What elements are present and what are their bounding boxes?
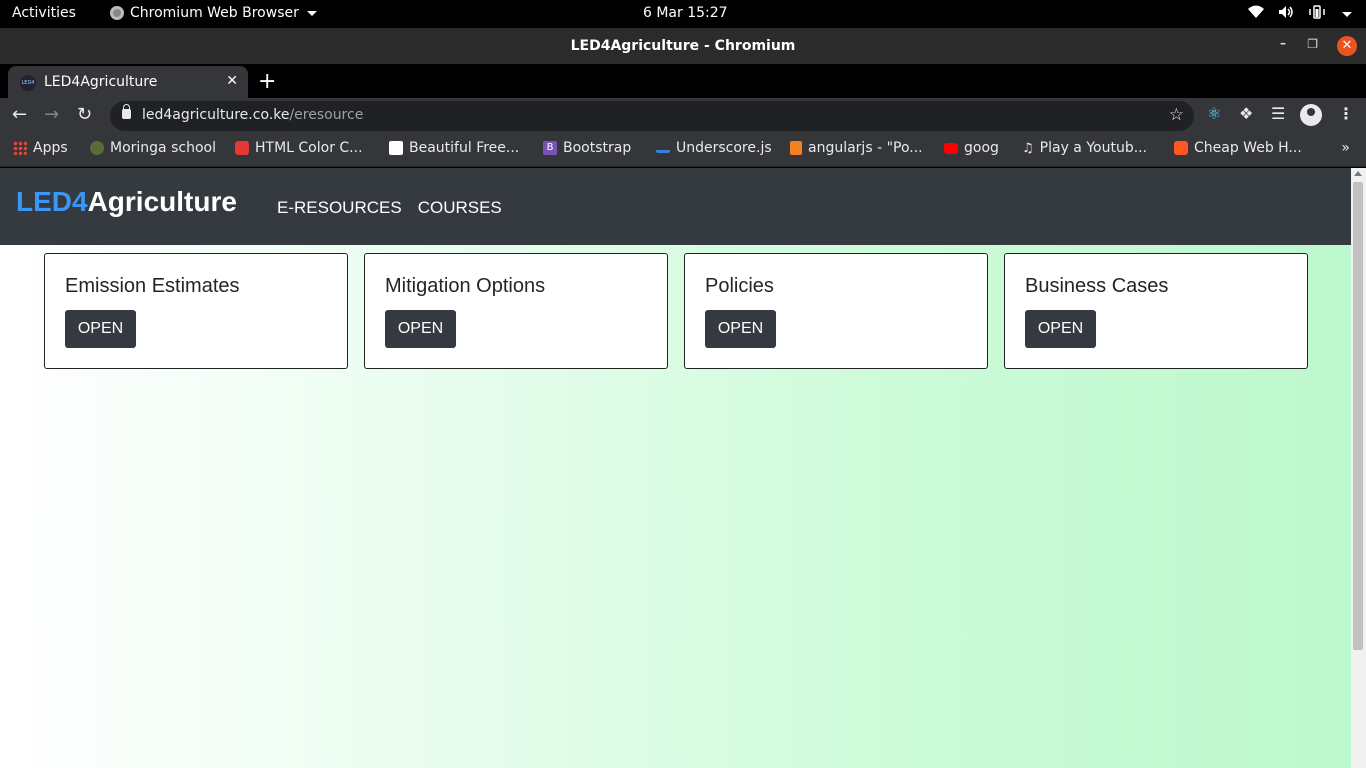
close-tab-icon[interactable]: ✕ (226, 73, 238, 89)
window-title: LED4Agriculture - Chromium (570, 38, 796, 54)
site-favicon-icon: LED4 (20, 75, 36, 91)
back-arrow-icon[interactable]: ← (12, 104, 27, 125)
card-title: Business Cases (1025, 275, 1169, 297)
bookmark-goog[interactable]: goog (944, 140, 999, 156)
url-path: /eresource (289, 107, 364, 123)
bookmark-bootstrap[interactable]: B Bootstrap (543, 140, 631, 156)
stackoverflow-icon (790, 141, 802, 155)
bookmark-label: goog (964, 140, 999, 156)
bookmark-label: Underscore.js (676, 140, 772, 156)
page-scrollbar[interactable] (1351, 168, 1366, 768)
lock-icon[interactable] (122, 104, 131, 119)
bookmark-stackoverflow[interactable]: angularjs - "Po... (790, 140, 923, 156)
bookmark-underscore[interactable]: Underscore.js (656, 140, 772, 156)
forward-arrow-icon[interactable]: → (44, 104, 59, 125)
maximize-icon[interactable]: ❐ (1307, 37, 1318, 51)
site-nav-links: E-RESOURCES COURSES (277, 198, 502, 218)
site-brand-logo[interactable]: LED4Agriculture (16, 186, 237, 218)
unsplash-icon (389, 141, 403, 155)
tab-led4agriculture[interactable]: LED4 LED4Agriculture ✕ (8, 66, 248, 98)
brand-part-agriculture: Agriculture (87, 186, 237, 217)
volume-icon (1278, 5, 1294, 23)
resource-card-mitigation-options: Mitigation Options OPEN (364, 253, 668, 369)
bookmarks-bar: Apps Moringa school HTML Color C... Beau… (0, 134, 1366, 167)
open-button[interactable]: OPEN (385, 310, 456, 348)
address-bar[interactable]: led4agriculture.co.ke/eresource ☆ (110, 101, 1194, 131)
chevron-down-icon (1342, 11, 1352, 17)
bookmark-cheap-web-hosting[interactable]: Cheap Web H... (1174, 140, 1302, 156)
battery-icon (1308, 5, 1326, 23)
profile-avatar-icon[interactable] (1300, 104, 1322, 126)
site-navbar: LED4Agriculture E-RESOURCES COURSES (0, 168, 1351, 245)
resource-card-emission-estimates: Emission Estimates OPEN (44, 253, 348, 369)
react-devtools-icon[interactable]: ⚛ (1207, 104, 1221, 123)
bookmark-apps[interactable]: Apps (13, 140, 68, 156)
bookmark-label: Bootstrap (563, 140, 632, 156)
resource-card-policies: Policies OPEN (684, 253, 988, 369)
bookmark-label: Apps (33, 140, 68, 156)
brand-part-led4: LED4 (16, 186, 88, 217)
nav-link-courses[interactable]: COURSES (418, 198, 502, 218)
more-bookmarks-chevron-icon[interactable]: » (1341, 140, 1350, 156)
web-page: LED4Agriculture E-RESOURCES COURSES Emis… (0, 168, 1366, 768)
underscore-icon (656, 143, 670, 153)
tab-title: LED4Agriculture (44, 74, 158, 90)
card-title: Emission Estimates (65, 275, 240, 297)
url-host: led4agriculture.co.ke (142, 107, 290, 123)
system-top-bar: Activities Chromium Web Browser 6 Mar 15… (0, 0, 1366, 28)
nav-link-e-resources[interactable]: E-RESOURCES (277, 198, 402, 218)
activities-button[interactable]: Activities (12, 5, 76, 21)
wifi-icon (1248, 5, 1264, 23)
browser-toolbar: ← → ↻ led4agriculture.co.ke/eresource ☆ … (0, 98, 1366, 134)
menu-kebab-icon[interactable]: ⋮ (1338, 104, 1354, 123)
reload-icon[interactable]: ↻ (77, 104, 92, 125)
chromium-icon (110, 6, 124, 20)
apps-grid-icon (13, 141, 27, 155)
clock[interactable]: 6 Mar 15:27 (643, 5, 728, 21)
resource-card-business-cases: Business Cases OPEN (1004, 253, 1308, 369)
minimize-icon[interactable]: – (1280, 36, 1286, 50)
youtube-icon (944, 142, 958, 154)
bookmark-label: Cheap Web H... (1194, 140, 1302, 156)
chevron-down-icon (306, 10, 317, 16)
scrollbar-thumb[interactable] (1353, 182, 1363, 650)
bookmark-unsplash[interactable]: Beautiful Free... (389, 140, 519, 156)
app-menu[interactable]: Chromium Web Browser (110, 5, 317, 21)
close-window-icon[interactable]: ✕ (1337, 36, 1357, 56)
bookmark-moringa-school[interactable]: Moringa school (90, 140, 216, 156)
card-title: Policies (705, 275, 774, 297)
bookmark-label: Beautiful Free... (409, 140, 520, 156)
bookmark-label: Play a Youtub... (1039, 140, 1148, 156)
color-picker-icon (235, 141, 249, 155)
open-button[interactable]: OPEN (65, 310, 136, 348)
extensions-puzzle-icon[interactable]: ❖ (1239, 104, 1253, 123)
open-button[interactable]: OPEN (705, 310, 776, 348)
open-button[interactable]: OPEN (1025, 310, 1096, 348)
music-note-icon: ♫ (1022, 140, 1034, 156)
scroll-up-arrow-icon[interactable] (1354, 171, 1362, 176)
media-queue-icon[interactable]: ☰ (1271, 104, 1285, 123)
new-tab-plus-icon[interactable]: + (258, 69, 276, 94)
tab-strip: LED4 LED4Agriculture ✕ + (0, 64, 1366, 98)
bookmark-label: Moringa school (110, 140, 216, 156)
system-tray[interactable] (1248, 5, 1352, 23)
moringa-icon (90, 141, 104, 155)
bookmark-label: angularjs - "Po... (808, 140, 923, 156)
bookmark-star-icon[interactable]: ☆ (1169, 105, 1184, 125)
hosting-icon (1174, 141, 1188, 155)
window-title-bar[interactable]: LED4Agriculture - Chromium – ❐ ✕ (0, 28, 1366, 64)
url-text[interactable]: led4agriculture.co.ke/eresource (142, 107, 363, 123)
app-menu-label: Chromium Web Browser (130, 5, 299, 21)
bookmark-html-color-codes[interactable]: HTML Color C... (235, 140, 363, 156)
card-title: Mitigation Options (385, 275, 546, 297)
bootstrap-icon: B (543, 141, 557, 155)
bookmark-play-youtube[interactable]: ♫ Play a Youtub... (1022, 140, 1147, 156)
bookmark-label: HTML Color C... (255, 140, 363, 156)
